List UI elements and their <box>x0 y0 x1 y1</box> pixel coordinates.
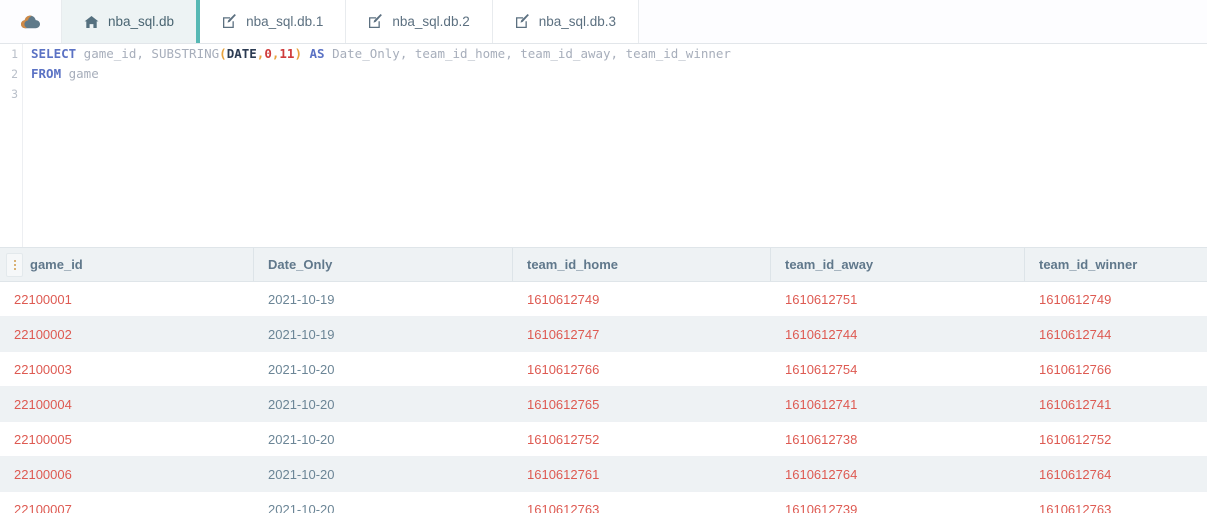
cell-game-id: 22100001 <box>14 291 72 307</box>
token-select-list: Date_Only, team_id_home, team_id_away, t… <box>324 46 731 61</box>
cell-team-id-away: 1610612741 <box>785 396 858 412</box>
editor-gutter: 1 2 3 <box>0 44 23 247</box>
cell-team-id-away: 1610612744 <box>785 326 858 342</box>
cell-team-id-home: 1610612752 <box>527 431 600 447</box>
cell-date-only: 2021-10-19 <box>268 326 335 342</box>
results-header-row: game_id Date_Only team_id_home team_id_a… <box>0 247 1207 282</box>
results-grid: game_id Date_Only team_id_home team_id_a… <box>0 247 1207 513</box>
token-zero: 0 <box>264 46 272 61</box>
home-icon <box>84 14 99 29</box>
token-game-id: game_id, <box>76 46 152 61</box>
line-number: 1 <box>11 47 18 61</box>
column-header-team-id-home[interactable]: team_id_home <box>513 248 771 281</box>
cell-team-id-away: 1610612739 <box>785 501 858 513</box>
table-row[interactable]: 22100002 2021-10-19 1610612747 161061274… <box>0 317 1207 352</box>
cell-team-id-winner: 1610612741 <box>1039 396 1112 412</box>
cell-date-only: 2021-10-20 <box>268 501 335 513</box>
token-eleven: 11 <box>279 46 295 61</box>
token-select: SELECT <box>31 46 77 61</box>
edit-square-icon <box>222 14 237 29</box>
tab-nba-sql-db-2[interactable]: nba_sql.db.2 <box>346 0 493 43</box>
sql-workbench-window: nba_sql.db nba_sql.db.1 nba_sql.db.2 nba… <box>0 0 1207 513</box>
line-number: 2 <box>11 67 18 81</box>
table-row[interactable]: 22100003 2021-10-20 1610612766 161061275… <box>0 352 1207 387</box>
cloud-icon[interactable] <box>0 0 62 43</box>
cell-game-id: 22100007 <box>14 501 72 513</box>
cell-game-id: 22100004 <box>14 396 72 412</box>
column-header-label: Date_Only <box>268 257 333 272</box>
token-as: AS <box>309 46 325 61</box>
cell-team-id-winner: 1610612763 <box>1039 501 1112 513</box>
cell-team-id-winner: 1610612749 <box>1039 291 1112 307</box>
column-header-team-id-away[interactable]: team_id_away <box>771 248 1025 281</box>
tab-label: nba_sql.db.3 <box>538 14 617 29</box>
cell-date-only: 2021-10-20 <box>268 396 335 412</box>
code-line-1: SELECT game_id, SUBSTRING(DATE,0,11) AS … <box>31 44 1207 64</box>
cell-team-id-away: 1610612738 <box>785 431 858 447</box>
tab-label: nba_sql.db.1 <box>246 14 324 29</box>
cell-team-id-away: 1610612754 <box>785 361 858 377</box>
token-table-game: game <box>61 66 99 81</box>
editor-code-area[interactable]: SELECT game_id, SUBSTRING(DATE,0,11) AS … <box>24 44 1207 104</box>
column-header-team-id-winner[interactable]: team_id_winner <box>1025 248 1207 281</box>
cell-game-id: 22100006 <box>14 466 72 482</box>
cell-team-id-home: 1610612766 <box>527 361 600 377</box>
cell-team-id-winner: 1610612764 <box>1039 466 1112 482</box>
token-date: DATE <box>226 46 257 61</box>
sql-editor[interactable]: 1 2 3 SELECT game_id, SUBSTRING(DATE,0,1… <box>0 44 1207 247</box>
edit-square-icon <box>515 14 530 29</box>
tab-bar: nba_sql.db nba_sql.db.1 nba_sql.db.2 nba… <box>0 0 1207 44</box>
tab-nba-sql-db-1[interactable]: nba_sql.db.1 <box>200 0 347 43</box>
column-header-date-only[interactable]: Date_Only <box>254 248 513 281</box>
cell-team-id-home: 1610612763 <box>527 501 600 513</box>
cell-game-id: 22100002 <box>14 326 72 342</box>
column-header-game-id[interactable]: game_id <box>0 248 254 281</box>
cell-game-id: 22100003 <box>14 361 72 377</box>
cell-team-id-away: 1610612764 <box>785 466 858 482</box>
column-header-label: team_id_winner <box>1039 257 1138 272</box>
cell-team-id-winner: 1610612744 <box>1039 326 1112 342</box>
table-row[interactable]: 22100001 2021-10-19 1610612749 161061275… <box>0 282 1207 317</box>
kebab-drag-icon[interactable] <box>6 252 23 277</box>
line-number: 3 <box>11 87 18 101</box>
tab-nba-sql-db[interactable]: nba_sql.db <box>62 0 201 43</box>
token-substring: SUBSTRING <box>151 46 220 61</box>
cell-team-id-home: 1610612749 <box>527 291 600 307</box>
cell-team-id-home: 1610612747 <box>527 326 600 342</box>
tab-label: nba_sql.db.2 <box>392 14 470 29</box>
table-row[interactable]: 22100004 2021-10-20 1610612765 161061274… <box>0 387 1207 422</box>
cell-team-id-home: 1610612765 <box>527 396 600 412</box>
cell-date-only: 2021-10-20 <box>268 466 335 482</box>
column-header-label: game_id <box>30 257 83 272</box>
table-row[interactable]: 22100006 2021-10-20 1610612761 161061276… <box>0 457 1207 492</box>
cell-date-only: 2021-10-20 <box>268 361 335 377</box>
cell-date-only: 2021-10-20 <box>268 431 335 447</box>
cell-team-id-winner: 1610612752 <box>1039 431 1112 447</box>
cell-date-only: 2021-10-19 <box>268 291 335 307</box>
table-row[interactable]: 22100007 2021-10-20 1610612763 161061273… <box>0 492 1207 513</box>
cell-team-id-winner: 1610612766 <box>1039 361 1112 377</box>
cell-team-id-home: 1610612761 <box>527 466 600 482</box>
column-header-label: team_id_home <box>527 257 619 272</box>
tab-nba-sql-db-3[interactable]: nba_sql.db.3 <box>492 0 640 43</box>
token-from: FROM <box>31 66 62 81</box>
cell-team-id-away: 1610612751 <box>785 291 858 307</box>
column-header-label: team_id_away <box>785 257 874 272</box>
code-line-2: FROM game <box>31 64 1207 84</box>
cell-game-id: 22100005 <box>14 431 72 447</box>
table-row[interactable]: 22100005 2021-10-20 1610612752 161061273… <box>0 422 1207 457</box>
edit-square-icon <box>368 14 383 29</box>
token-paren-close: ) <box>294 46 302 61</box>
tab-label: nba_sql.db <box>108 14 175 29</box>
token-paren-open: ( <box>219 46 227 61</box>
